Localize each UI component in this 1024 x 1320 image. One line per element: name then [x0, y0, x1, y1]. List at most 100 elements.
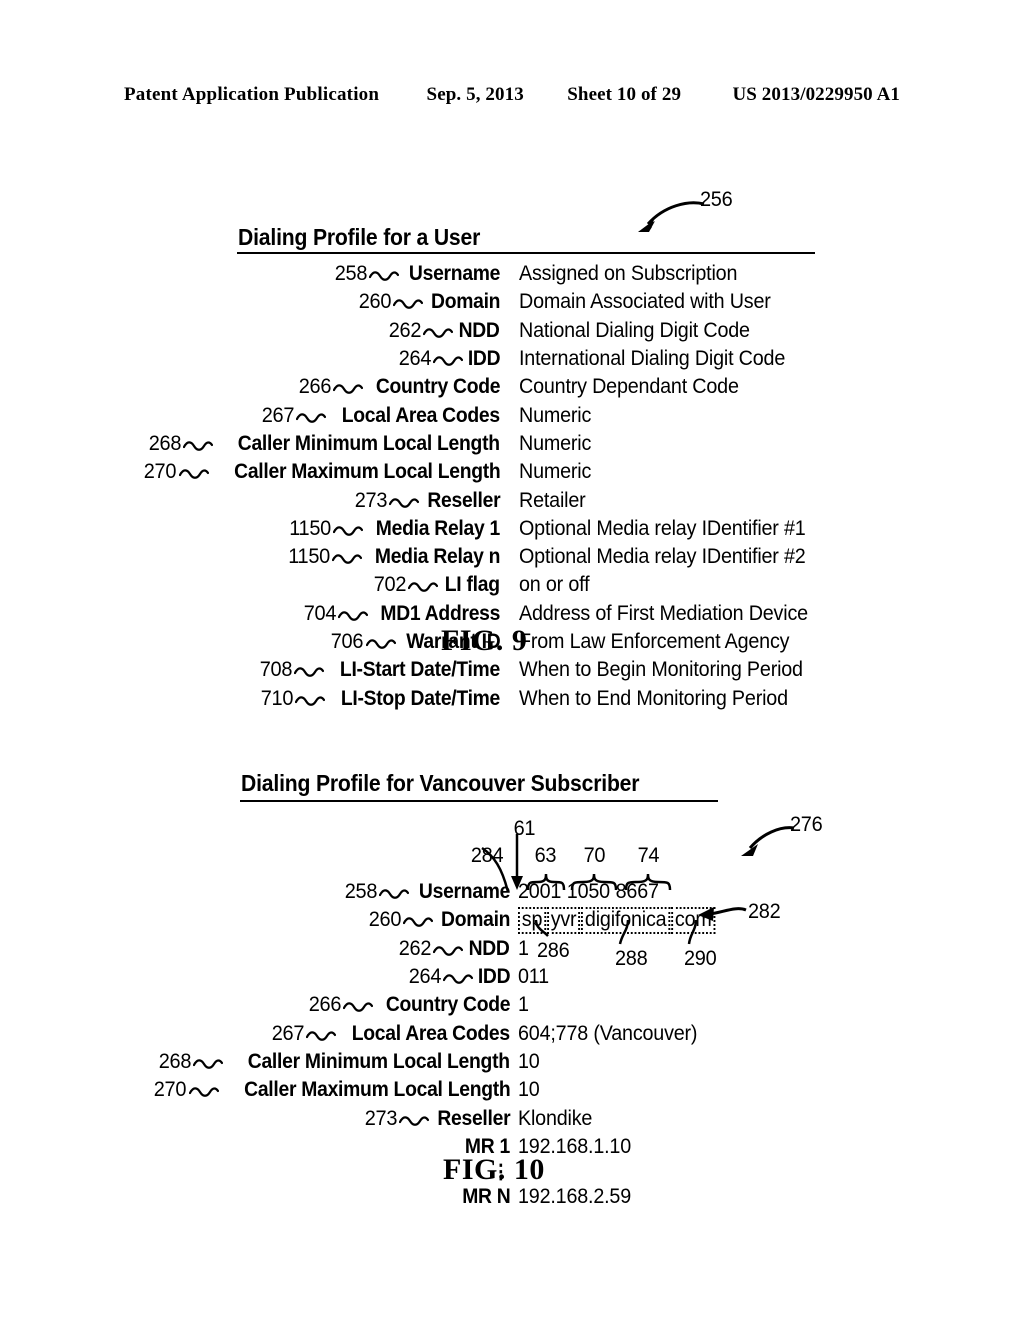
domain-value: sp yvr digifonica com: [518, 907, 716, 934]
reference-numeral: 258: [344, 880, 377, 904]
username-segment: 2001: [518, 880, 562, 904]
reference-numeral: 264: [408, 965, 441, 989]
leader-squiggle-icon: [333, 525, 363, 537]
figure-9-row-label: 710 LI-Stop Date/Time: [0, 684, 501, 712]
reference-numeral: 1150: [289, 516, 331, 540]
username-segment: 8667: [615, 880, 659, 904]
header-document-number: US 2013/0229950 A1: [732, 84, 900, 105]
figure-9-callout-arrow-icon: [638, 201, 705, 232]
figure-9-row-label: 270 Caller Maximum Local Length: [0, 458, 500, 486]
field-label: LI-Start Date/Time: [339, 658, 500, 682]
field-value: 1: [518, 936, 529, 960]
figure-10-caption: FIG. 10: [443, 1153, 545, 1186]
leader-squiggle-icon: [306, 1030, 337, 1042]
figure-9-row-label: 704 MD1 Address: [0, 600, 500, 628]
figure-10-row-value: 1: [518, 935, 729, 963]
reference-numeral: 266: [308, 993, 341, 1017]
figure-9-label-column: 258 Username 260 Domain 262 NDD 264 IDD 266 Count…: [0, 260, 500, 713]
header-date: Sep. 5, 2013: [426, 84, 524, 105]
figure-10-row-value: 2001 1050 8667: [518, 878, 729, 906]
username-segment: 1050: [566, 880, 610, 904]
figure-9-row-description: National Dialing Digit Code: [519, 317, 826, 345]
field-label: MD1 Address: [380, 601, 500, 625]
leader-squiggle-icon: [188, 1086, 219, 1098]
figure-9-row-description: Retailer: [519, 486, 826, 514]
figure-10-row-value: 192.168.1.10: [518, 1133, 729, 1161]
field-value: Klondike: [518, 1106, 593, 1130]
figure-10-row-label: 273 Reseller: [0, 1104, 510, 1132]
reference-numeral: 262: [388, 318, 422, 342]
reference-numeral: 710: [260, 686, 294, 710]
figure-10-value-column: 2001 1050 8667 sp yvr digifonica com 1 011 1 604;7…: [518, 878, 729, 1211]
field-label: IDD: [467, 347, 501, 371]
reference-numeral: 260: [368, 908, 401, 932]
reference-numeral: 262: [398, 936, 432, 960]
reference-numeral: 267: [271, 1021, 305, 1045]
figure-10-row-label: 268 Caller Minimum Local Length: [0, 1048, 510, 1076]
field-label: Reseller: [437, 1106, 510, 1130]
leader-squiggle-icon: [337, 610, 368, 622]
leader-squiggle-icon: [388, 497, 419, 509]
figure-9-row-label: 273 Reseller: [0, 486, 500, 514]
figure-10-row-value: 10: [518, 1076, 729, 1104]
figure-10-segment-callout-70: 70: [583, 844, 606, 867]
field-label: LI-Stop Date/Time: [340, 686, 500, 710]
figure-10-row-label: 270 Caller Maximum Local Length: [0, 1076, 510, 1104]
field-value: 192.168.2.59: [518, 1185, 632, 1209]
field-label: Domain: [430, 290, 500, 314]
figure-9-row-label: 260 Domain: [0, 288, 500, 316]
field-description: When to End Monitoring Period: [519, 686, 788, 710]
field-label: Caller Minimum Local Length: [238, 431, 500, 455]
reference-numeral: 258: [334, 262, 367, 286]
reference-numeral: 706: [331, 630, 364, 653]
figure-9-row-label: 706 Warrant ID: [0, 628, 500, 656]
field-label: Country Code: [375, 375, 501, 399]
figure-9-row-description: on or off: [519, 571, 826, 599]
field-description: Retailer: [519, 488, 586, 512]
field-value: 10: [518, 1049, 540, 1073]
reference-numeral: 702: [373, 573, 407, 597]
field-description: International Dialing Digit Code: [519, 347, 786, 371]
leader-squiggle-icon: [331, 553, 362, 565]
field-label: Country Code: [385, 993, 511, 1017]
reference-numeral: 260: [358, 290, 391, 314]
field-label: Username: [418, 880, 511, 904]
leader-squiggle-icon: [183, 440, 214, 452]
figure-9-row-label: 264 IDD: [0, 345, 500, 373]
leader-squiggle-icon: [442, 973, 473, 985]
reference-numeral: 264: [398, 347, 431, 371]
figure-10-callout-arrow-icon: [741, 826, 795, 856]
field-description: Numeric: [519, 460, 592, 484]
field-description: Assigned on Subscription: [519, 262, 738, 286]
domain-segment: sp: [518, 907, 546, 934]
figure-10-callout-284: 284: [470, 844, 504, 867]
figure-10-row-value: 011: [518, 963, 729, 991]
leader-squiggle-icon: [392, 298, 423, 310]
figure-9-row-description: International Dialing Digit Code: [519, 345, 826, 373]
figure-10-row-value: [518, 1161, 729, 1183]
figure-9-row-label: 1150 Media Relay n: [0, 543, 500, 571]
figure-9-description-column: Assigned on Subscription Domain Associate…: [519, 260, 826, 713]
figure-10-pointer-label-61: 61: [513, 817, 536, 840]
field-value: 10: [518, 1078, 540, 1102]
figure-9-title-underline: [237, 252, 815, 254]
figure-10-row-value: sp yvr digifonica com: [518, 906, 729, 934]
field-label: Caller Maximum Local Length: [243, 1078, 511, 1102]
figure-9-row-label: 262 NDD: [0, 317, 500, 345]
figure-10-row-value: Klondike: [518, 1104, 729, 1132]
figure-10-segment-callout-74: 74: [637, 844, 660, 867]
figure-9-row-description: When to Begin Monitoring Period: [519, 656, 826, 684]
figure-10-row-label: 262 NDD: [0, 935, 510, 963]
reference-numeral: 268: [158, 1049, 192, 1073]
figure-9-row-description: Domain Associated with User: [519, 288, 826, 316]
field-description: National Dialing Digit Code: [519, 318, 750, 342]
field-description: Domain Associated with User: [519, 290, 771, 314]
figure-9-row-label: 702 LI flag: [0, 571, 500, 599]
field-label: LI flag: [445, 573, 500, 597]
figure-9-row-label: 267 Local Area Codes: [0, 401, 501, 429]
header-sheet-number: Sheet 10 of 29: [567, 84, 682, 105]
username-value: 2001 1050 8667: [518, 880, 664, 904]
leader-squiggle-icon: [432, 355, 463, 367]
field-label: Username: [408, 262, 501, 286]
figure-9-row-description: Optional Media relay IDentifier #1: [519, 515, 826, 543]
